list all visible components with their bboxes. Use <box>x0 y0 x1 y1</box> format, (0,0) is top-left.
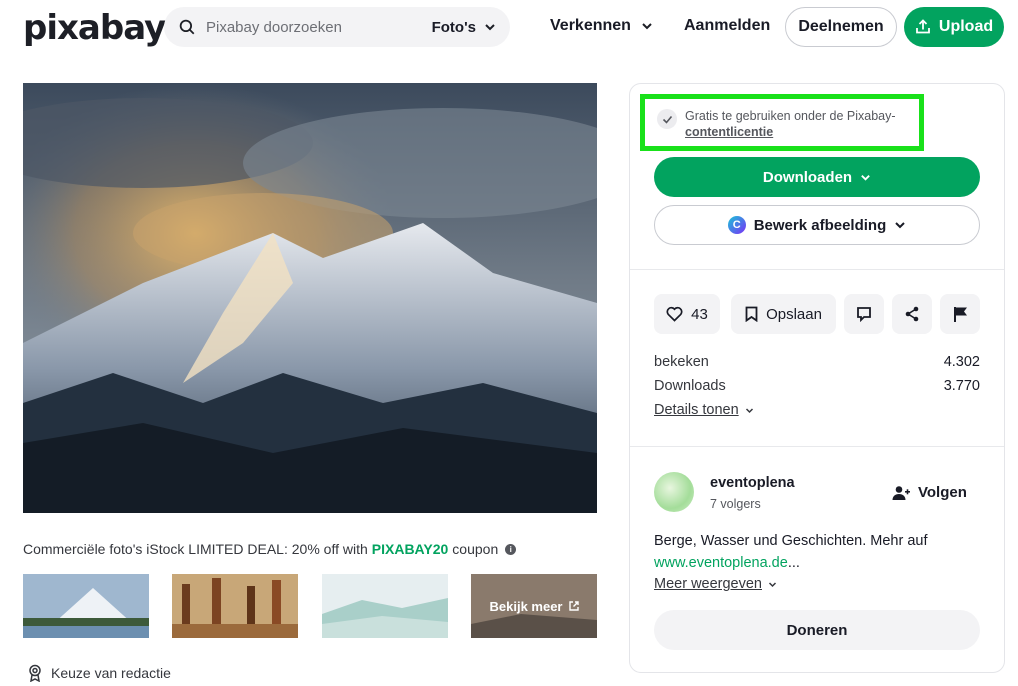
chevron-down-icon <box>768 581 777 587</box>
promo-code: PIXABAY20 <box>371 541 449 557</box>
save-button[interactable]: Opslaan <box>731 294 836 334</box>
upload-label: Upload <box>938 18 994 35</box>
donate-button[interactable]: Doneren <box>654 610 980 650</box>
heart-icon <box>666 306 683 322</box>
bio-ellipsis: ... <box>787 555 800 571</box>
upload-button[interactable]: Upload <box>904 7 1004 47</box>
license-link[interactable]: contentlicentie <box>685 125 773 139</box>
bookmark-icon <box>745 306 758 322</box>
show-more-label: Meer weergeven <box>654 576 762 592</box>
bio-text: Berge, Wasser und Geschichten. Mehr auf <box>654 533 928 549</box>
divider <box>630 446 1004 447</box>
promo-suffix: coupon <box>452 541 499 557</box>
award-icon <box>29 664 41 682</box>
thumbnail-1[interactable] <box>23 574 149 638</box>
istock-promo[interactable]: Commerciële foto's iStock LIMITED DEAL: … <box>23 541 517 557</box>
external-link-icon <box>568 601 579 611</box>
canva-icon: C <box>727 216 746 234</box>
chevron-down-icon <box>895 222 905 229</box>
followers-count: 7 volgers <box>710 497 761 511</box>
main-photo[interactable] <box>23 83 597 513</box>
join-button[interactable]: Deelnemen <box>785 7 897 47</box>
save-label: Opslaan <box>766 305 822 323</box>
explore-menu[interactable]: Verkennen <box>550 17 653 35</box>
report-button[interactable] <box>940 294 980 334</box>
editors-choice: Keuze van redactie <box>27 664 171 682</box>
like-count: 43 <box>691 305 708 323</box>
search-type-select[interactable]: Foto's <box>432 19 496 36</box>
license-notice: Gratis te gebruiken onder de Pixabay- co… <box>640 94 924 151</box>
download-label: Downloaden <box>762 168 853 186</box>
chevron-down-icon <box>861 174 870 181</box>
views-label: bekeken <box>654 354 709 370</box>
related-thumbnails: Bekijk meer <box>23 574 597 638</box>
like-button[interactable]: 43 <box>654 294 720 334</box>
show-details-link[interactable]: Details tonen <box>654 402 754 418</box>
login-link[interactable]: Aanmelden <box>684 17 770 35</box>
comment-icon <box>857 307 871 322</box>
add-user-icon <box>892 485 910 500</box>
show-details-label: Details tonen <box>654 402 739 418</box>
thumbnail-3[interactable] <box>322 574 448 638</box>
share-button[interactable] <box>892 294 932 334</box>
divider <box>630 269 1004 270</box>
user-bio: Berge, Wasser und Geschichten. Mehr auf … <box>654 530 984 574</box>
share-icon <box>905 306 919 322</box>
chevron-down-icon <box>642 23 652 30</box>
thumbnail-2[interactable] <box>172 574 298 638</box>
pixabay-logo[interactable]: pixabay <box>23 8 166 48</box>
search-bar[interactable]: Pixabay doorzoeken Foto's <box>164 7 510 47</box>
editors-choice-label: Keuze van redactie <box>51 665 171 681</box>
search-input[interactable]: Pixabay doorzoeken <box>206 19 432 36</box>
follow-label: Volgen <box>918 484 967 501</box>
chevron-down-icon <box>745 407 753 413</box>
check-icon <box>657 109 677 129</box>
download-panel: Gratis te gebruiken onder de Pixabay- co… <box>629 83 1005 673</box>
show-more-link[interactable]: Meer weergeven <box>654 576 777 592</box>
edit-image-label: Bewerk afbeelding <box>753 216 887 234</box>
upload-icon <box>915 19 930 34</box>
search-type-label: Foto's <box>431 18 476 36</box>
downloads-value: 3.770 <box>943 378 980 394</box>
comment-button[interactable] <box>844 294 884 334</box>
license-text: Gratis te gebruiken onder de Pixabay- <box>685 109 896 123</box>
download-button[interactable]: Downloaden <box>654 157 980 197</box>
see-more-thumbnail[interactable]: Bekijk meer <box>471 574 597 638</box>
bio-website-link[interactable]: www.eventoplena.de <box>654 555 788 571</box>
chevron-down-icon <box>485 24 495 31</box>
username-link[interactable]: eventoplena <box>710 475 795 491</box>
flag-icon <box>953 307 967 322</box>
info-icon[interactable]: i <box>505 543 517 555</box>
see-more-label: Bekijk meer <box>489 598 563 614</box>
edit-image-button[interactable]: C Bewerk afbeelding <box>654 205 980 245</box>
promo-text: Commerciële foto's iStock LIMITED DEAL: … <box>23 541 368 557</box>
downloads-label: Downloads <box>654 378 726 394</box>
views-value: 4.302 <box>943 354 980 370</box>
search-icon <box>179 19 195 35</box>
follow-button[interactable]: Volgen <box>892 484 967 501</box>
explore-label: Verkennen <box>550 17 631 34</box>
avatar[interactable] <box>654 472 694 512</box>
